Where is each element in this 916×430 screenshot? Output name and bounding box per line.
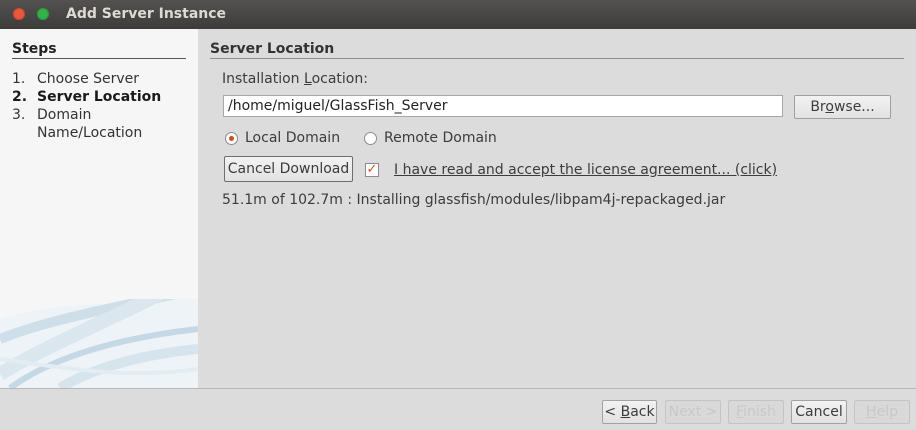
finish-button[interactable]: Finish [728, 400, 784, 424]
step-choose-server: 1. Choose Server [12, 71, 140, 87]
step-domain-name-location: 3. Domain Name/Location [12, 107, 143, 141]
steps-heading: Steps [12, 41, 186, 59]
help-button[interactable]: Help [854, 400, 910, 424]
download-status-text: 51.1m of 102.7m : Installing glassfish/m… [222, 192, 726, 208]
installation-location-input[interactable] [223, 95, 783, 117]
decorative-swoosh-graphic [0, 299, 198, 388]
back-button[interactable]: < Back [602, 400, 657, 424]
next-button[interactable]: Next > [665, 400, 721, 424]
main-panel: Server Location Installation Location: B… [198, 29, 916, 388]
maximize-window-button[interactable] [37, 8, 49, 20]
close-window-button[interactable] [13, 8, 25, 20]
title-bar: Add Server Instance [0, 0, 916, 29]
section-title: Server Location [210, 41, 904, 59]
cancel-button[interactable]: Cancel [791, 400, 847, 424]
window-title: Add Server Instance [66, 6, 227, 22]
step-server-location: 2. Server Location [12, 89, 162, 105]
button-bar: < Back Next > Finish Cancel Help [0, 388, 916, 430]
cancel-download-button[interactable]: Cancel Download [224, 156, 353, 182]
steps-panel: Steps 1. Choose Server 2. Server Location … [0, 29, 198, 388]
remote-domain-label: Remote Domain [384, 130, 497, 146]
remote-domain-radio[interactable] [364, 132, 377, 145]
installation-location-label: Installation Location: [222, 71, 368, 87]
local-domain-radio[interactable] [225, 132, 238, 145]
local-domain-label: Local Domain [245, 130, 341, 146]
browse-button[interactable]: Browse... [794, 95, 891, 119]
license-agreement-link[interactable]: I have read and accept the license agree… [394, 162, 777, 178]
license-checkbox[interactable]: ✓ [365, 163, 379, 177]
